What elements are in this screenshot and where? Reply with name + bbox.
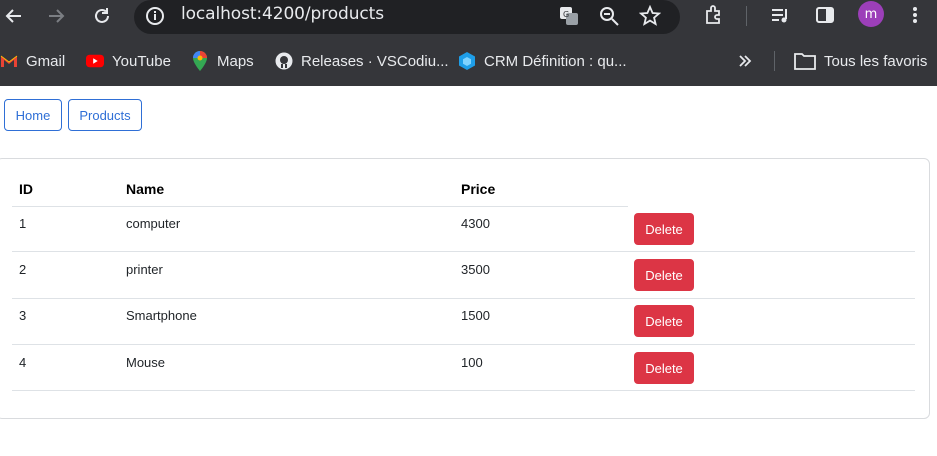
forward-arrow-icon <box>49 9 65 23</box>
site-info-icon[interactable] <box>143 4 167 28</box>
cell-name: computer <box>126 216 181 231</box>
cell-name: Mouse <box>126 355 166 370</box>
bookmark-label: CRM Définition : qu... <box>484 52 627 70</box>
home-button[interactable]: Home <box>4 99 62 131</box>
cell-id: 4 <box>19 355 27 370</box>
bookmark-label: YouTube <box>112 52 171 70</box>
reload-icon <box>95 8 109 23</box>
svg-text:G: G <box>563 10 569 19</box>
cell-name: Smartphone <box>126 308 197 323</box>
folder-icon <box>794 52 816 70</box>
side-panel-icon[interactable] <box>811 1 839 29</box>
bookmark-releases[interactable]: Releases · VSCodiu... <box>275 50 449 72</box>
more-bookmarks-button[interactable] <box>736 50 754 72</box>
zoom-icon[interactable] <box>596 3 622 29</box>
bookmark-star-icon[interactable] <box>637 3 663 29</box>
all-bookmarks-label: Tous les favoris <box>824 52 928 70</box>
profile-avatar[interactable]: m <box>858 1 884 27</box>
translate-icon[interactable]: G <box>556 3 582 29</box>
maps-icon <box>191 51 209 71</box>
delete-button[interactable]: Delete <box>634 305 694 337</box>
column-header-id: ID <box>19 181 33 197</box>
bookmark-maps[interactable]: Maps <box>191 50 254 72</box>
cell-name: printer <box>126 262 163 277</box>
products-card <box>0 158 930 419</box>
youtube-icon <box>86 52 104 70</box>
cell-id: 2 <box>19 262 27 277</box>
toolbar-divider <box>746 6 747 26</box>
bookmark-label: Releases · VSCodiu... <box>301 52 449 70</box>
forward-button[interactable] <box>42 2 70 30</box>
bookmark-gmail[interactable]: Gmail <box>0 50 65 72</box>
cell-price: 4300 <box>461 216 490 231</box>
cell-id: 1 <box>19 216 27 231</box>
delete-button[interactable]: Delete <box>634 213 694 245</box>
address-bar[interactable]: localhost:4200/products G <box>134 0 680 34</box>
bookmark-youtube[interactable]: YouTube <box>86 50 171 72</box>
column-header-name: Name <box>126 181 165 197</box>
delete-button[interactable]: Delete <box>634 352 694 384</box>
bookmark-label: Gmail <box>26 52 66 70</box>
delete-button[interactable]: Delete <box>634 259 694 291</box>
bookmarks-bar: Gmail YouTube Maps Releases · VSCodiu...… <box>0 40 937 86</box>
row-divider <box>12 390 915 391</box>
bookmark-crm[interactable]: CRM Définition : qu... <box>458 50 627 72</box>
row-divider <box>12 344 915 345</box>
row-divider <box>12 298 915 299</box>
cell-price: 100 <box>461 355 483 370</box>
cell-price: 3500 <box>461 262 490 277</box>
row-divider <box>12 251 915 252</box>
bookmark-label: Maps <box>217 52 254 70</box>
back-button[interactable] <box>0 2 28 30</box>
github-icon <box>275 52 293 70</box>
browser-toolbar: localhost:4200/products G m <box>0 0 937 40</box>
reading-list-icon[interactable] <box>766 1 794 29</box>
chevron-double-right-icon <box>736 52 754 70</box>
crm-icon <box>458 52 476 70</box>
url-text[interactable]: localhost:4200/products <box>181 4 384 24</box>
gmail-icon <box>0 52 18 70</box>
cell-id: 3 <box>19 308 27 323</box>
reload-button[interactable] <box>88 2 116 30</box>
header-divider <box>12 206 628 207</box>
all-bookmarks-folder[interactable]: Tous les favoris <box>794 50 927 72</box>
bookmarks-divider <box>774 51 775 71</box>
extensions-icon[interactable] <box>700 1 728 29</box>
back-arrow-icon <box>5 9 21 23</box>
cell-price: 1500 <box>461 308 490 323</box>
menu-kebab-icon[interactable] <box>901 1 929 29</box>
products-button[interactable]: Products <box>68 99 142 131</box>
column-header-price: Price <box>461 181 496 197</box>
